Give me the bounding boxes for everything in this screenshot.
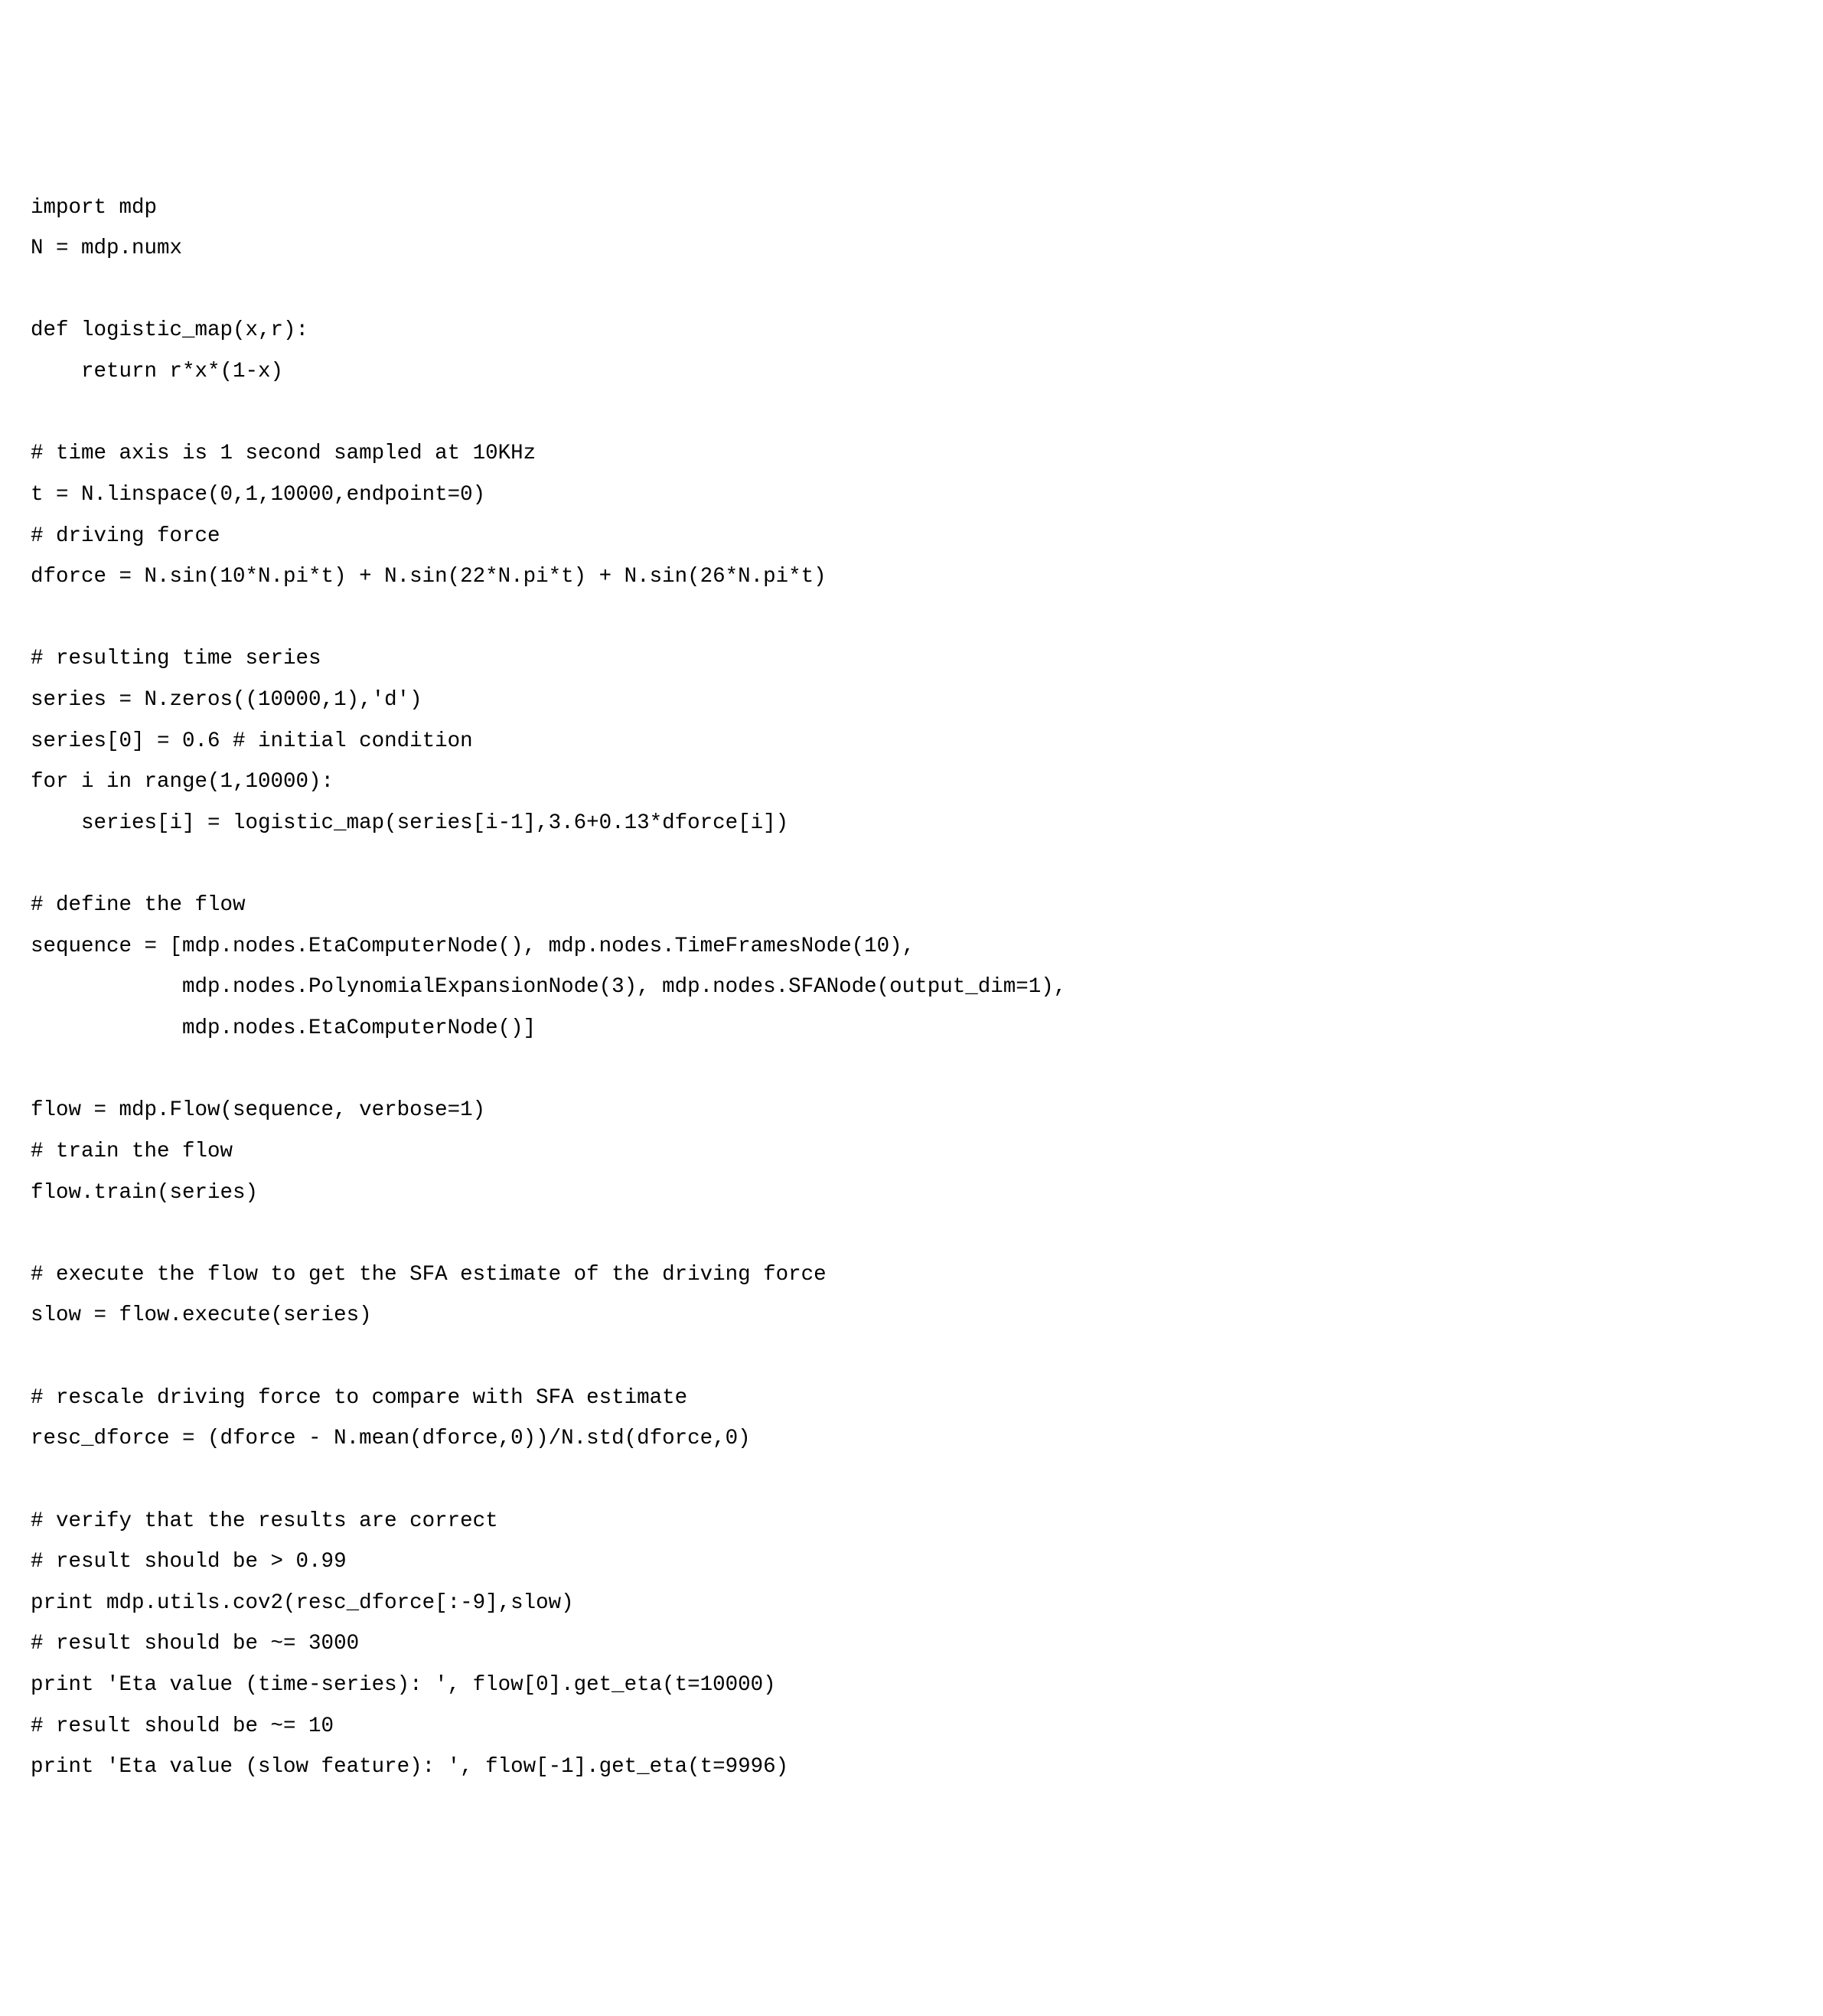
code-line: # result should be > 0.99 (31, 1550, 347, 1574)
code-line: # verify that the results are correct (31, 1509, 498, 1533)
code-line: slow = flow.execute(series) (31, 1303, 372, 1327)
code-line: # define the flow (31, 893, 246, 917)
code-block: import mdp N = mdp.numx def logistic_map… (31, 188, 1792, 1788)
code-line: series[i] = logistic_map(series[i-1],3.6… (31, 811, 788, 835)
code-line: N = mdp.numx (31, 237, 182, 260)
code-line: # resulting time series (31, 647, 321, 670)
code-line: print 'Eta value (slow feature): ', flow… (31, 1755, 788, 1779)
code-line: # result should be ~= 10 (31, 1714, 334, 1738)
code-line: # driving force (31, 524, 220, 548)
code-line: print mdp.utils.cov2(resc_dforce[:-9],sl… (31, 1591, 574, 1615)
code-line: t = N.linspace(0,1,10000,endpoint=0) (31, 483, 485, 507)
code-line: series = N.zeros((10000,1),'d') (31, 688, 422, 712)
code-line: sequence = [mdp.nodes.EtaComputerNode(),… (31, 935, 915, 958)
code-line: # train the flow (31, 1140, 233, 1163)
code-line: # execute the flow to get the SFA estima… (31, 1263, 827, 1287)
code-line: resc_dforce = (dforce - N.mean(dforce,0)… (31, 1427, 751, 1450)
code-line: dforce = N.sin(10*N.pi*t) + N.sin(22*N.p… (31, 565, 827, 589)
code-line: return r*x*(1-x) (31, 360, 283, 383)
code-line: for i in range(1,10000): (31, 770, 334, 794)
code-line: def logistic_map(x,r): (31, 318, 308, 342)
code-line: mdp.nodes.PolynomialExpansionNode(3), md… (31, 975, 1066, 999)
code-line: # result should be ~= 3000 (31, 1632, 359, 1656)
code-line: # time axis is 1 second sampled at 10KHz (31, 442, 536, 465)
code-line: mdp.nodes.EtaComputerNode()] (31, 1016, 536, 1040)
code-line: flow.train(series) (31, 1181, 258, 1205)
code-line: series[0] = 0.6 # initial condition (31, 729, 473, 753)
code-line: print 'Eta value (time-series): ', flow[… (31, 1673, 776, 1697)
code-line: # rescale driving force to compare with … (31, 1386, 687, 1410)
code-line: import mdp (31, 196, 157, 220)
code-line: flow = mdp.Flow(sequence, verbose=1) (31, 1098, 485, 1122)
